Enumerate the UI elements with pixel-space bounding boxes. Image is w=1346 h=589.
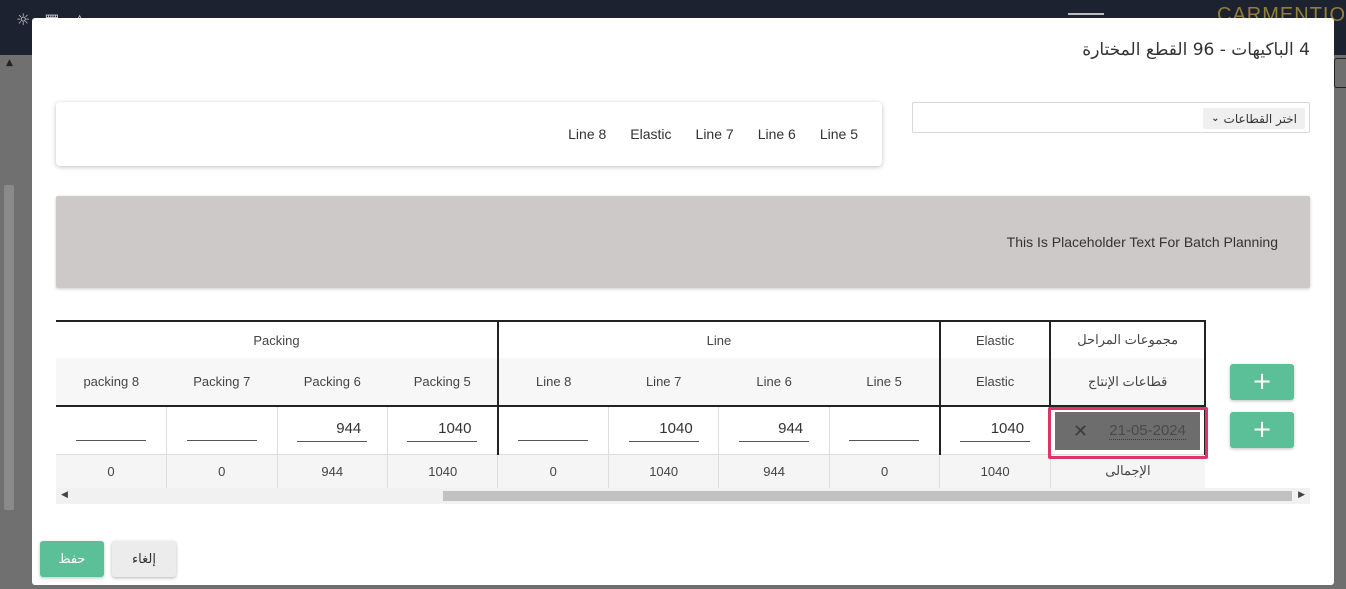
qty-cell: 1040 <box>386 406 498 454</box>
background-button <box>1334 58 1346 88</box>
modal-title: 4 الباكيهات - 96 القطع المختارة <box>1082 40 1310 60</box>
batch-planning-modal: 4 الباكيهات - 96 القطع المختارة اختر الق… <box>32 18 1334 585</box>
stage-header: Line 6 <box>718 358 830 407</box>
qty-cell <box>828 406 940 454</box>
info-banner: This Is Placeholder Text For Batch Plann… <box>56 196 1310 288</box>
qty-input[interactable]: 1040 <box>628 418 699 443</box>
scrollbar-thumb[interactable] <box>443 491 1292 501</box>
sector-chip[interactable]: Line 8 <box>568 126 606 142</box>
sector-chip[interactable]: Line 7 <box>696 126 734 142</box>
caret-up-icon: ▲ <box>6 58 13 68</box>
total-value: 944 <box>276 453 388 488</box>
stage-header-row: قطاعات الإنتاج Elastic Line 5 Line 6 Lin… <box>56 358 1206 407</box>
save-button[interactable]: حفظ <box>40 541 104 577</box>
date-field[interactable]: ✕ 21-05-2024 <box>1055 412 1200 450</box>
total-value: 0 <box>56 453 167 488</box>
qty-cell: 1040 <box>938 406 1051 454</box>
sector-chip[interactable]: Line 5 <box>820 126 858 142</box>
total-value: 0 <box>166 453 278 488</box>
sector-select[interactable]: اختر القطاعات ⌄ <box>912 102 1310 133</box>
qty-input[interactable]: 944 <box>297 418 368 443</box>
stage-header: packing 8 <box>56 358 167 407</box>
stage-header: Line 7 <box>608 358 719 407</box>
qty-input[interactable]: 1040 <box>960 418 1031 443</box>
planning-grid: مجموعات المراحل Elastic Line Packing قطا… <box>56 320 1206 488</box>
row-header-stage: قطاعات الإنتاج <box>1049 358 1206 407</box>
cancel-button[interactable]: إلغاء <box>112 541 176 577</box>
stage-header: Elastic <box>938 358 1051 407</box>
total-value: 1040 <box>386 453 498 488</box>
total-value: 944 <box>718 453 830 488</box>
sector-select-label: اختر القطاعات <box>1223 111 1297 126</box>
total-value: 0 <box>497 453 609 488</box>
input-row: 1040 944 1040 1040 944 <box>56 406 1206 454</box>
qty-cell: 944 <box>718 406 830 454</box>
sector-chip[interactable]: Elastic <box>630 126 671 142</box>
add-row-button[interactable]: + <box>1230 412 1294 448</box>
plus-icon: + <box>1251 415 1273 443</box>
total-value: 1040 <box>939 453 1051 488</box>
group-header-line: Line <box>496 320 940 358</box>
qty-input[interactable] <box>76 417 147 441</box>
qty-input[interactable] <box>518 417 589 441</box>
total-value: 1040 <box>607 453 719 488</box>
qty-cell <box>166 406 278 454</box>
planning-grid-viewport: مجموعات المراحل Elastic Line Packing قطا… <box>56 320 1206 488</box>
horizontal-scrollbar[interactable]: ◀ ▶ <box>56 488 1310 504</box>
scroll-left-icon[interactable]: ◀ <box>61 490 68 500</box>
group-header-elastic: Elastic <box>938 320 1051 358</box>
sector-chip[interactable]: Line 6 <box>758 126 796 142</box>
group-header-row: مجموعات المراحل Elastic Line Packing <box>56 320 1206 358</box>
add-group-button[interactable]: + <box>1230 364 1294 400</box>
clear-date-icon[interactable]: ✕ <box>1073 421 1088 442</box>
selected-sectors-card: Line 5 Line 6 Line 7 Elastic Line 8 <box>56 102 882 166</box>
group-header-packing: Packing <box>56 320 498 358</box>
stage-header: Packing 7 <box>166 358 278 407</box>
sector-select-button[interactable]: اختر القطاعات ⌄ <box>1203 108 1305 129</box>
qty-input[interactable] <box>849 417 920 441</box>
qty-cell <box>56 406 167 454</box>
qty-cell: 1040 <box>607 406 719 454</box>
qty-cell <box>496 406 609 454</box>
stage-header: Packing 5 <box>387 358 498 407</box>
total-row: الإجمالى 1040 0 944 1040 0 1040 944 0 0 <box>56 453 1205 488</box>
stage-header: Line 8 <box>496 358 609 407</box>
date-value[interactable]: 21-05-2024 <box>1109 422 1186 440</box>
row-header-group: مجموعات المراحل <box>1049 320 1206 358</box>
qty-cell: 944 <box>276 406 388 454</box>
qty-input[interactable]: 944 <box>739 418 810 443</box>
page-scrollbar[interactable] <box>4 185 14 510</box>
total-label: الإجمالى <box>1049 453 1205 488</box>
qty-input[interactable]: 1040 <box>407 418 478 443</box>
stage-header: Line 5 <box>829 358 940 407</box>
scroll-right-icon[interactable]: ▶ <box>1298 490 1305 500</box>
chevron-down-icon: ⌄ <box>1211 113 1220 124</box>
total-value: 0 <box>828 453 940 488</box>
qty-input[interactable] <box>186 417 257 441</box>
chat-icon[interactable]: ☼ <box>16 10 30 29</box>
stage-header: Packing 6 <box>277 358 388 407</box>
plus-icon: + <box>1251 367 1273 395</box>
banner-text: This Is Placeholder Text For Batch Plann… <box>1006 234 1278 250</box>
menu-icon[interactable] <box>1068 13 1104 15</box>
